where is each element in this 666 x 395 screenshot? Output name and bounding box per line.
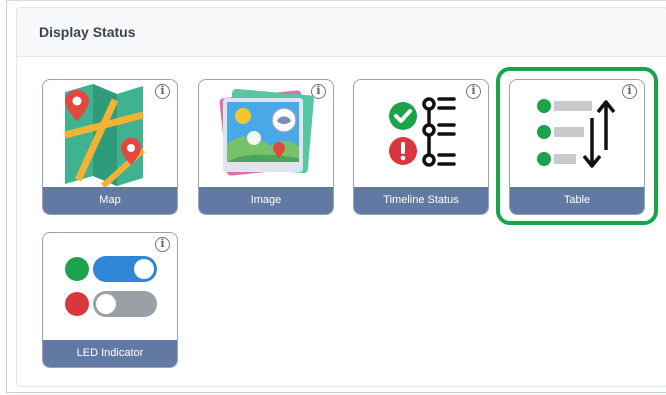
card-led-indicator[interactable]: i LED Indicator	[42, 232, 178, 368]
card-table[interactable]: i Table	[509, 79, 645, 215]
card-label: Map	[43, 187, 177, 214]
card-label: Table	[510, 187, 644, 214]
card-image[interactable]: i Image	[198, 79, 334, 215]
timeline-status-icon	[389, 97, 456, 167]
led-indicator-icon	[65, 256, 157, 317]
card-label: Timeline Status	[354, 187, 488, 214]
panel-header: Display Status	[17, 8, 666, 57]
card-map[interactable]: i Map	[42, 79, 178, 215]
card-label: Image	[199, 187, 333, 214]
panel-title: Display Status	[39, 24, 136, 40]
card-timeline-status[interactable]: i Timeline Status	[353, 79, 489, 215]
map-icon	[64, 84, 146, 189]
card-label: LED Indicator	[43, 340, 177, 367]
image-icon	[219, 88, 314, 176]
table-sort-icon	[537, 99, 616, 168]
